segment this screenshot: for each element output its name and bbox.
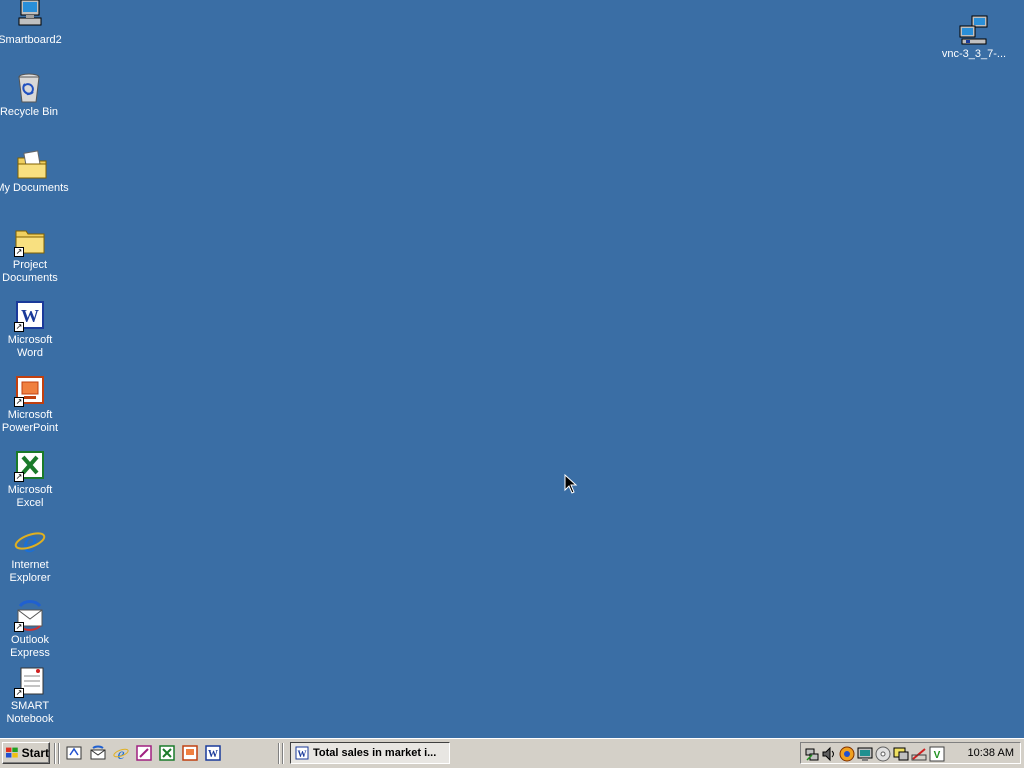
taskbar-separator xyxy=(58,743,60,764)
recycle-bin-icon xyxy=(13,72,45,104)
network-computer-icon xyxy=(958,14,990,46)
desktop-icon-label: My Documents xyxy=(0,182,69,194)
desktop-icon-label: Recycle Bin xyxy=(0,106,59,118)
monitor-tray-icon[interactable] xyxy=(893,746,909,762)
folder-icon: ↗ xyxy=(14,225,46,257)
desktop-icon-label: SMART Notebook xyxy=(6,700,54,725)
quicklaunch-outlook-icon[interactable] xyxy=(90,745,106,761)
desktop-icon-microsoft-excel[interactable]: ↗ Microsoft Excel xyxy=(0,450,67,510)
taskbar-separator xyxy=(278,743,280,764)
mouse-cursor-icon xyxy=(564,474,578,494)
network-tray-icon[interactable] xyxy=(804,746,820,762)
desktop-icon-microsoft-powerpoint[interactable]: ↗ Microsoft PowerPoint xyxy=(0,375,67,435)
desktop-icon-label: vnc-3_3_7-... xyxy=(941,48,1007,60)
desktop-icon-label: Microsoft PowerPoint xyxy=(1,409,59,434)
shortcut-arrow-icon: ↗ xyxy=(14,688,24,698)
display-settings-tray-icon[interactable] xyxy=(857,746,873,762)
outlook-express-icon: ↗ xyxy=(14,600,46,632)
desktop-icon-microsoft-word[interactable]: W ↗ Microsoft Word xyxy=(0,300,67,360)
volume-tray-icon[interactable] xyxy=(821,746,837,762)
desktop-icon-smart-notebook[interactable]: ↗ SMART Notebook xyxy=(0,666,67,726)
desktop-icon-outlook-express[interactable]: ↗ Outlook Express xyxy=(0,600,67,660)
desktop-icon-internet-explorer[interactable]: e Internet Explorer xyxy=(0,523,67,585)
quicklaunch-word-icon[interactable]: W xyxy=(205,745,221,761)
smart-board-tray-icon[interactable] xyxy=(911,746,927,762)
desktop-icon-smartboard2[interactable]: Smartboard2 xyxy=(0,0,67,47)
shortcut-arrow-icon: ↗ xyxy=(14,472,24,482)
shortcut-arrow-icon: ↗ xyxy=(14,247,24,257)
quicklaunch-powerpoint-icon[interactable] xyxy=(182,745,198,761)
desktop-icon-project-documents[interactable]: ↗ Project Documents xyxy=(0,225,67,285)
desktop-icon-recycle-bin[interactable]: Recycle Bin xyxy=(0,72,66,119)
word-document-icon: W xyxy=(295,746,309,760)
svg-text:W: W xyxy=(208,749,218,760)
computer-icon xyxy=(14,0,46,32)
desktop: Smartboard2 Recycle Bin My Documents ↗ P… xyxy=(0,0,1024,738)
start-label: Start xyxy=(21,746,49,760)
vnc-server-tray-icon[interactable]: V xyxy=(929,746,945,762)
svg-text:W: W xyxy=(298,749,307,759)
desktop-icon-label: Internet Explorer xyxy=(9,559,51,584)
taskbar-separator xyxy=(282,743,284,764)
svg-text:e: e xyxy=(117,746,124,761)
powerpoint-icon: ↗ xyxy=(14,375,46,407)
quicklaunch-excel-icon[interactable] xyxy=(159,745,175,761)
internet-explorer-icon: e xyxy=(14,523,46,559)
desktop-icon-vnc[interactable]: vnc-3_3_7-... xyxy=(937,14,1011,61)
desktop-icon-label: Microsoft Excel xyxy=(7,484,53,509)
taskbar-window-button[interactable]: W Total sales in market i... xyxy=(290,742,450,764)
svg-text:e: e xyxy=(23,525,37,557)
shortcut-arrow-icon: ↗ xyxy=(14,397,24,407)
quicklaunch-show-desktop-icon[interactable] xyxy=(66,745,82,761)
word-icon: W ↗ xyxy=(14,300,46,332)
start-button[interactable]: Start xyxy=(2,742,50,764)
desktop-icon-my-documents[interactable]: My Documents xyxy=(0,148,69,195)
quicklaunch-internet-explorer-icon[interactable]: e xyxy=(113,745,129,761)
smart-notebook-icon: ↗ xyxy=(14,666,46,698)
desktop-icon-label: Outlook Express xyxy=(10,634,50,659)
system-tray: V 10:38 AM xyxy=(800,742,1021,764)
disc-tray-icon[interactable] xyxy=(875,746,891,762)
shortcut-arrow-icon: ↗ xyxy=(14,322,24,332)
desktop-icon-label: Microsoft Word xyxy=(7,334,53,359)
my-documents-icon xyxy=(16,148,48,180)
taskbar: Start e W W Total sales in market i... V… xyxy=(0,738,1024,768)
quicklaunch-publisher-icon[interactable] xyxy=(136,745,152,761)
taskbar-separator xyxy=(54,743,56,764)
excel-icon: ↗ xyxy=(14,450,46,482)
media-player-tray-icon[interactable] xyxy=(839,746,855,762)
clock[interactable]: 10:38 AM xyxy=(968,747,1014,759)
taskbar-window-title: Total sales in market i... xyxy=(313,747,437,759)
windows-logo-icon xyxy=(6,747,18,758)
desktop-icon-label: Smartboard2 xyxy=(0,34,62,46)
svg-text:V: V xyxy=(934,750,941,761)
desktop-icon-label: Project Documents xyxy=(2,259,58,284)
shortcut-arrow-icon: ↗ xyxy=(14,622,24,632)
